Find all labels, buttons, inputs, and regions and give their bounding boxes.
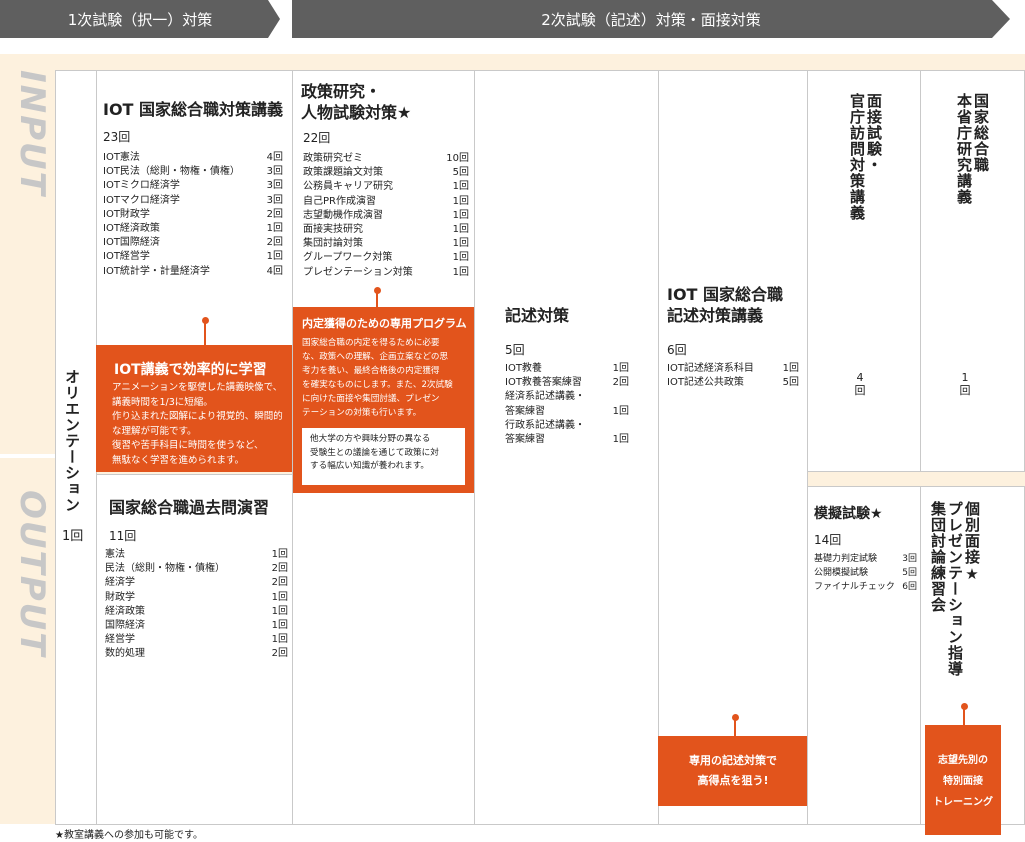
list-item: 基礎力判定試験 3回 xyxy=(814,554,917,564)
list-item: 国際経済 1回 xyxy=(105,620,288,632)
list-item: 経済学 2回 xyxy=(105,577,288,589)
essay-list: IOT教養 1回 IOT教養答案練習 2回 経済系記述講義・ 答案練習 1回 行政系記… xyxy=(505,362,629,447)
output-label: OUTPUT xyxy=(12,490,52,658)
list-item: 政策研究ゼミ 10回 xyxy=(303,153,469,164)
input-label: INPUT xyxy=(12,70,52,197)
list-item: 行政系記述講義・ xyxy=(505,419,585,431)
iot-course-list: IOT憲法 4回 IOT民法（総則・物権・債権） 3回 IOTミクロ経済学 3回 IO… xyxy=(103,151,283,279)
past-exam-card: 国家総合職過去問演習 11回 憲法 1回 民法（総則・物権・債権） 2回 経済学 2回… xyxy=(96,474,293,825)
connector-line xyxy=(204,321,206,345)
individual-interview-title: 個別面接★ プレゼンテーション指導 集団討論練習会 xyxy=(929,501,981,677)
connector-line xyxy=(963,707,965,725)
list-item: 政策課題論文対策 5回 xyxy=(303,167,469,179)
stage1-label: 1次試験（択一）対策 xyxy=(67,10,213,29)
policy-callout-body: 国家総合職の内定を得るために必要 な、政策への理解、企画立案などの思 考力を養い… xyxy=(302,338,453,418)
connector-line xyxy=(376,291,378,307)
policy-title: 政策研究・ 人物試験対策★ xyxy=(301,82,412,122)
list-item: 公開模擬試験 5回 xyxy=(814,568,917,579)
list-item: IOT国際経済 2回 xyxy=(103,237,283,249)
list-item: IOT記述経済系科目 1回 xyxy=(667,363,799,374)
list-item: 数的処理 2回 xyxy=(105,648,288,660)
essay-title: 記述対策 xyxy=(505,306,570,325)
list-item: IOT経営学 1回 xyxy=(103,251,283,263)
list-item: IOT教養答案練習 2回 xyxy=(505,377,629,389)
interview-research-card: 面接試験・ 官庁訪問対策講義 4回 xyxy=(807,70,921,472)
mock-exam-title: 模擬試験★ xyxy=(814,506,883,522)
list-item: IOTミクロ経済学 3回 xyxy=(103,180,283,192)
stage2-header: 2次試験（記述）対策・面接対策 xyxy=(292,0,1010,38)
list-item: 答案練習 1回 xyxy=(505,405,629,417)
iot-essay-column: IOT 国家総合職 記述対策講義 6回 IOT記述経済系科目 1回 IOT記述公共… xyxy=(658,70,808,825)
iot-essay-callout: 専用の記述対策で 高得点を狙う! xyxy=(658,736,808,806)
list-item: IOT記述公共政策 5回 xyxy=(667,377,799,389)
list-item: IOT民法（総則・物権・債権） 3回 xyxy=(103,166,283,178)
stage1-header: 1次試験（択一）対策 xyxy=(0,0,280,38)
list-item: 公務員キャリア研究 1回 xyxy=(303,181,469,193)
iot-essay-title: IOT 国家総合職 記述対策講義 xyxy=(667,285,784,325)
list-item: 志望動機作成演習 1回 xyxy=(303,209,469,221)
list-item: 経済系記述講義・ xyxy=(505,391,585,403)
iot-course-title: IOT 国家総合職対策講義 xyxy=(103,100,284,119)
policy-callout-title: 内定獲得のための専用プログラム xyxy=(302,317,467,330)
policy-note: 他大学の方や興味分野の異なる 受験生との議論を通じて政策に対 する幅広い知識が養… xyxy=(302,428,465,485)
individual-callout: 志望先別の 特別面接 トレーニング xyxy=(925,725,1001,835)
list-item: IOT経済政策 1回 xyxy=(103,223,283,235)
past-exam-title: 国家総合職過去問演習 xyxy=(109,498,270,517)
list-item: IOTマクロ経済学 3回 xyxy=(103,194,283,206)
list-item: プレゼンテーション対策 1回 xyxy=(303,266,469,278)
mock-exam-list: 基礎力判定試験 3回 公開模擬試験 5回 ファイナルチェック 6回 xyxy=(814,552,917,595)
iot-essay-count: 6回 xyxy=(667,343,687,357)
list-item: 憲法 1回 xyxy=(105,549,288,560)
list-item: ファイナルチェック 6回 xyxy=(814,582,917,593)
essay-column: 記述対策 5回 IOT教養 1回 IOT教養答案練習 2回 経済系記述講義・ 答案練… xyxy=(474,70,659,825)
iot-callout-body: アニメーションを駆使した講義映像で、 講義時間を1/3に短縮。 作り込まれた図解… xyxy=(112,382,283,466)
orientation-column: オリエンテーション 1回 xyxy=(55,70,97,825)
iot-course-callout: IOT講義で効率的に学習 アニメーションを駆使した講義映像で、 講義時間を1/3… xyxy=(96,345,293,472)
list-item: IOT教養 1回 xyxy=(505,363,629,374)
iot-essay-list: IOT記述経済系科目 1回 IOT記述公共政策 5回 xyxy=(667,362,799,390)
ministry-research-count: 1回 xyxy=(959,371,971,397)
iot-course-count: 23回 xyxy=(103,130,131,144)
list-item: IOT財政学 2回 xyxy=(103,208,283,220)
list-item: 面接実技研究 1回 xyxy=(303,224,469,236)
policy-list: 政策研究ゼミ 10回 政策課題論文対策 5回 公務員キャリア研究 1回 自己PR作成演… xyxy=(303,152,469,280)
list-item: 集団討論対策 1回 xyxy=(303,238,469,250)
list-item: 答案練習 1回 xyxy=(505,434,629,446)
policy-count: 22回 xyxy=(303,131,331,145)
orientation-count: 1回 xyxy=(62,529,84,544)
list-item: 経営学 1回 xyxy=(105,634,288,646)
past-exam-count: 11回 xyxy=(109,529,137,543)
orientation-label: オリエンテーション xyxy=(63,369,81,513)
essay-count: 5回 xyxy=(505,343,525,357)
list-item: 民法（総則・物権・債権） 2回 xyxy=(105,563,288,575)
list-item: 財政学 1回 xyxy=(105,591,288,603)
list-item: 経済政策 1回 xyxy=(105,605,288,617)
list-item: グループワーク対策 1回 xyxy=(303,252,469,264)
stage2-label: 2次試験（記述）対策・面接対策 xyxy=(541,10,761,29)
past-exam-list: 憲法 1回 民法（総則・物権・債権） 2回 経済学 2回 財政学 1回 経済政策 1回 国… xyxy=(105,548,288,662)
mock-exam-count: 14回 xyxy=(814,533,842,547)
list-item: 自己PR作成演習 1回 xyxy=(303,195,469,207)
footnote: ★教室講義への参加も可能です。 xyxy=(55,830,203,841)
ministry-research-card: 国家総合職 本省庁研究講義 1回 xyxy=(920,70,1025,472)
list-item: IOT統計学・計量経済学 4回 xyxy=(103,265,283,277)
ministry-research-title: 国家総合職 本省庁研究講義 xyxy=(955,93,990,205)
list-item: IOT憲法 4回 xyxy=(103,152,283,163)
iot-callout-title: IOT講義で効率的に学習 xyxy=(114,362,267,378)
mock-exam-card: 模擬試験★ 14回 基礎力判定試験 3回 公開模擬試験 5回 ファイナルチェック 6回 xyxy=(807,486,921,825)
policy-callout: 内定獲得のための専用プログラム 国家総合職の内定を得るために必要 な、政策への理… xyxy=(293,307,475,493)
interview-research-count: 4回 xyxy=(854,371,866,397)
connector-line xyxy=(734,718,736,736)
interview-research-title: 面接試験・ 官庁訪問対策講義 xyxy=(848,93,883,221)
